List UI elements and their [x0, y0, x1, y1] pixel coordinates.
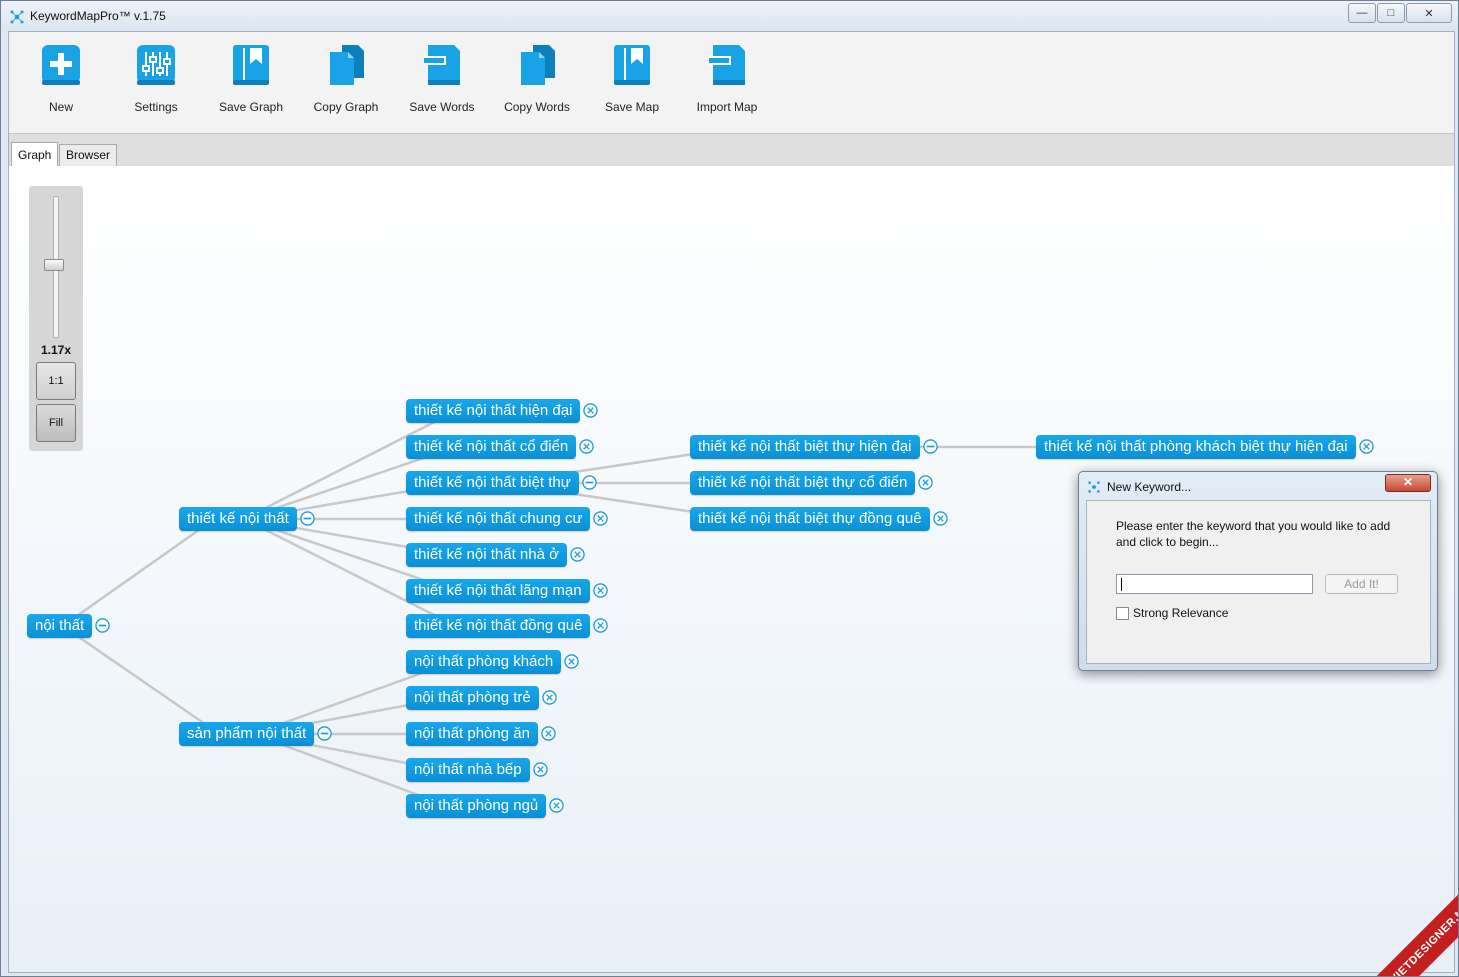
zoom-panel: 1.17x 1:1 Fill: [29, 186, 83, 451]
remove-icon[interactable]: [1359, 439, 1374, 454]
keyword-node[interactable]: thiết kế nội thất chung cư: [406, 507, 591, 531]
maximize-button[interactable]: □: [1377, 3, 1405, 23]
folder-icon: [424, 45, 460, 85]
save-graph-label: Save Graph: [218, 100, 284, 114]
new-keyword-dialog: New Keyword... ✕ Please enter the keywor…: [1078, 471, 1438, 671]
remove-icon[interactable]: [533, 762, 548, 777]
remove-icon[interactable]: [593, 618, 608, 633]
keyword-node[interactable]: nội thất phòng ăn: [406, 722, 538, 746]
settings-button[interactable]: Settings: [111, 44, 201, 114]
import-map-button[interactable]: Import Map: [682, 44, 772, 114]
keyword-node[interactable]: thiết kế nội thất nhà ở: [406, 543, 567, 567]
keyword-node[interactable]: sản phẩm nội thất: [179, 722, 315, 746]
new-label: New: [48, 100, 73, 114]
keyword-input[interactable]: [1116, 574, 1313, 594]
keyword-node[interactable]: thiết kế nội thất: [179, 507, 297, 531]
save-graph-button[interactable]: Save Graph: [206, 44, 296, 114]
dialog-close-button[interactable]: ✕: [1385, 474, 1431, 492]
copy-icon: [521, 45, 555, 85]
collapse-icon[interactable]: [923, 439, 938, 454]
app-window: KeywordMapPro™ v.1.75 — □ ✕ New Settings…: [0, 0, 1459, 977]
collapse-icon[interactable]: [582, 475, 597, 490]
copy-icon: [330, 45, 364, 85]
title-bar[interactable]: KeywordMapPro™ v.1.75 — □ ✕: [1, 1, 1458, 31]
window-title: KeywordMapPro™ v.1.75: [30, 9, 166, 23]
keyword-node[interactable]: nội thất nhà bếp: [406, 758, 530, 782]
collapse-icon[interactable]: [95, 618, 110, 633]
bookmark-icon: [614, 45, 650, 85]
app-logo-icon: [10, 10, 24, 24]
dialog-body: Please enter the keyword that you would …: [1086, 500, 1431, 664]
remove-icon[interactable]: [579, 439, 594, 454]
save-map-label: Save Map: [604, 100, 660, 114]
graph-edge: [243, 517, 457, 628]
app-logo-icon: [1088, 481, 1100, 493]
zoom-actual-size-button[interactable]: 1:1: [36, 362, 76, 400]
keyword-node[interactable]: thiết kế nội thất phòng khách biệt thự h…: [1036, 435, 1356, 459]
folder-icon: [709, 45, 745, 85]
close-button[interactable]: ✕: [1406, 3, 1452, 23]
collapse-icon[interactable]: [300, 511, 315, 526]
copy-words-label: Copy Words: [504, 100, 570, 114]
settings-label: Settings: [134, 100, 178, 114]
watermark: VIETDESIGNER.NET: [1348, 866, 1458, 976]
graph-edge: [62, 624, 221, 736]
strong-relevance-label: Strong Relevance: [1133, 606, 1229, 620]
minimize-button[interactable]: —: [1348, 3, 1376, 23]
keyword-node[interactable]: nội thất phòng khách: [406, 650, 562, 674]
tab-browser[interactable]: Browser: [59, 144, 118, 167]
remove-icon[interactable]: [918, 475, 933, 490]
import-map-label: Import Map: [696, 100, 758, 114]
keyword-node[interactable]: nội thất phòng trẻ: [406, 686, 539, 710]
keyword-node[interactable]: thiết kế nội thất biệt thự: [406, 471, 579, 495]
dialog-prompt: Please enter the keyword that you would …: [1116, 519, 1391, 549]
tab-graph[interactable]: Graph: [11, 142, 59, 168]
copy-graph-button[interactable]: Copy Graph: [301, 44, 391, 114]
save-words-label: Save Words: [409, 100, 475, 114]
tab-strip: Graph Browser: [9, 134, 1454, 168]
keyword-node[interactable]: thiết kế nội thất biệt thự đồng quê: [690, 507, 930, 531]
keyword-node[interactable]: nội thất phòng ngủ: [406, 794, 547, 818]
keyword-node[interactable]: thiết kế nội thất cổ điển: [406, 435, 577, 459]
toolbar: New Settings Save Graph Copy Graph Save …: [9, 32, 1454, 134]
graph-edge: [62, 517, 216, 628]
collapse-icon[interactable]: [317, 726, 332, 741]
new-button[interactable]: New: [16, 44, 106, 114]
remove-icon[interactable]: [549, 798, 564, 813]
plus-icon: [42, 45, 80, 85]
remove-icon[interactable]: [593, 583, 608, 598]
graph-edge: [243, 409, 457, 521]
add-it-button[interactable]: Add It!: [1325, 574, 1398, 594]
remove-icon[interactable]: [933, 511, 948, 526]
bookmark-icon: [233, 45, 269, 85]
text-caret: [1121, 578, 1122, 591]
remove-icon[interactable]: [570, 547, 585, 562]
zoom-readout: 1.17x: [40, 343, 72, 357]
keyword-node[interactable]: thiết kế nội thất đồng quê: [406, 614, 591, 638]
remove-icon[interactable]: [593, 511, 608, 526]
dialog-title: New Keyword...: [1107, 480, 1192, 494]
copy-graph-label: Copy Graph: [313, 100, 379, 114]
keyword-node[interactable]: thiết kế nội thất biệt thự hiện đại: [690, 435, 920, 459]
remove-icon[interactable]: [583, 403, 598, 418]
sliders-icon: [137, 45, 175, 85]
keyword-node[interactable]: thiết kế nội thất hiện đại: [406, 399, 581, 423]
strong-relevance-checkbox[interactable]: [1116, 607, 1129, 620]
save-map-button[interactable]: Save Map: [587, 44, 677, 114]
zoom-fill-button[interactable]: Fill: [36, 404, 76, 442]
remove-icon[interactable]: [564, 654, 579, 669]
keyword-node[interactable]: thiết kế nội thất biệt thự cổ điển: [690, 471, 916, 495]
save-words-button[interactable]: Save Words: [397, 44, 487, 114]
watermark-text: VIETDESIGNER.NET: [1355, 866, 1458, 976]
copy-words-button[interactable]: Copy Words: [492, 44, 582, 114]
keyword-node[interactable]: nội thất: [27, 614, 93, 638]
zoom-slider-thumb[interactable]: [44, 259, 64, 271]
remove-icon[interactable]: [541, 726, 556, 741]
keyword-node[interactable]: thiết kế nội thất lãng mạn: [406, 579, 590, 603]
remove-icon[interactable]: [542, 690, 557, 705]
